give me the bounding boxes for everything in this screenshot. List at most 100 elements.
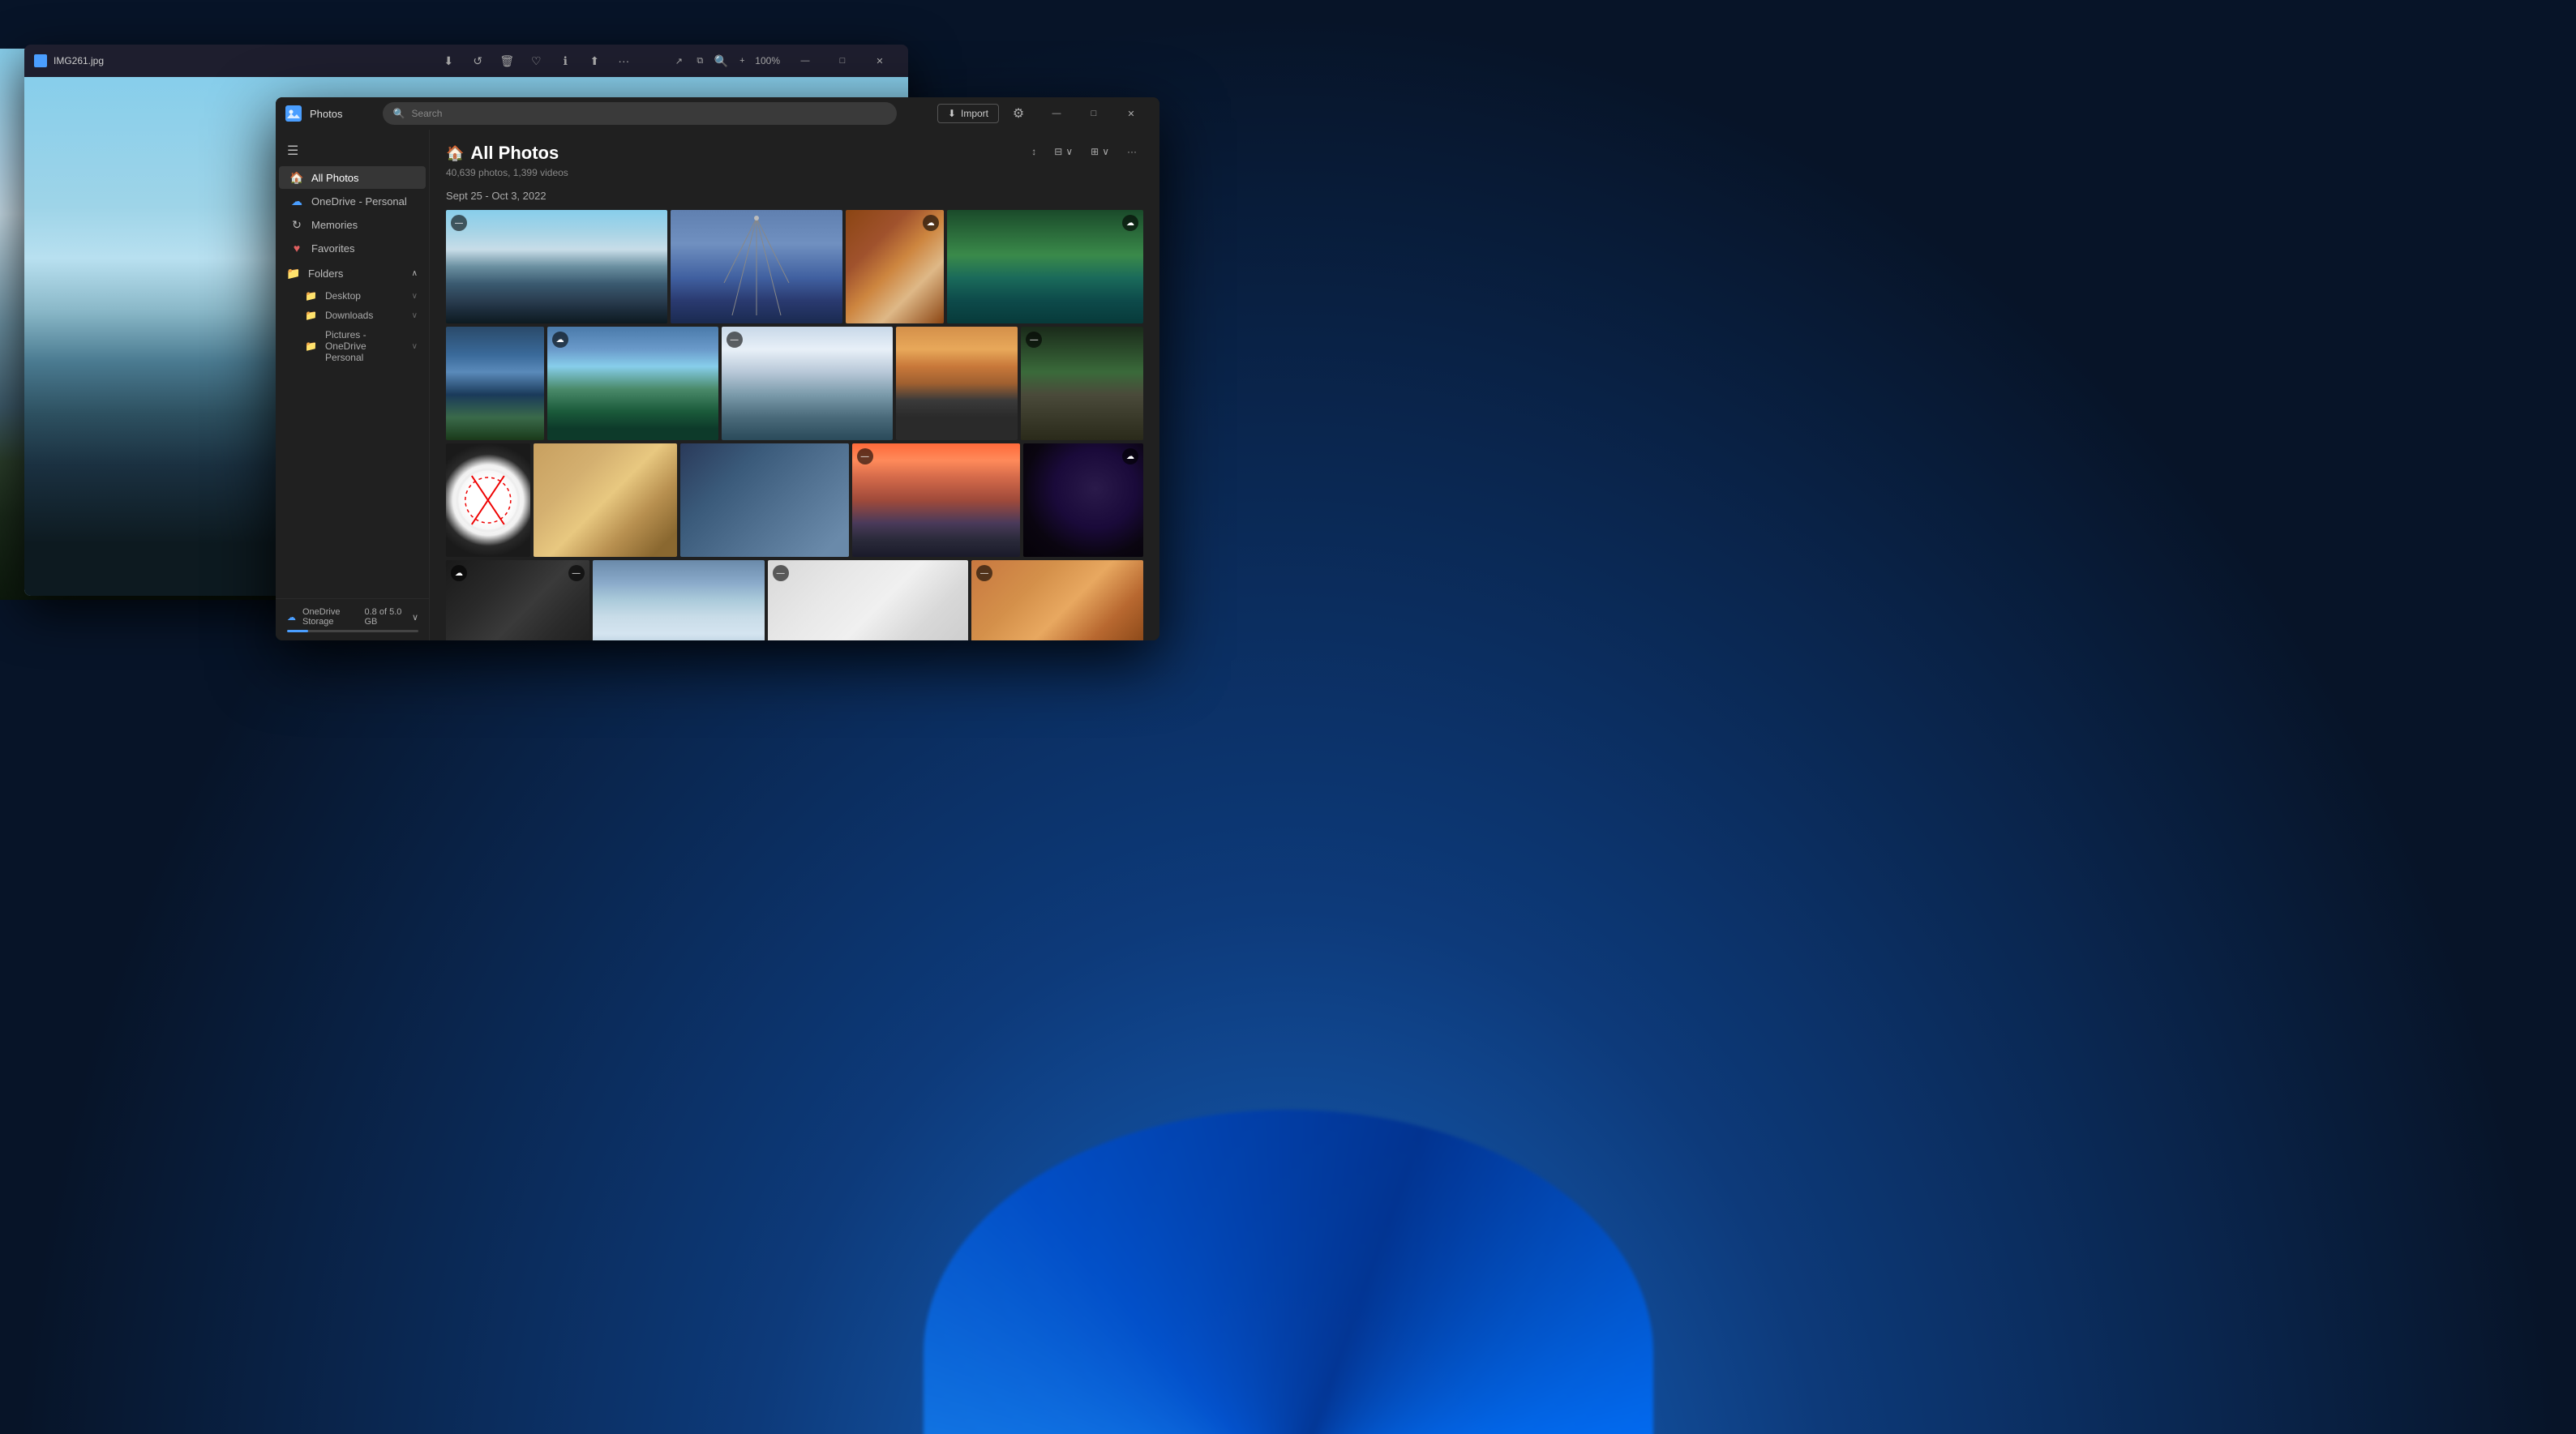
pictures-onedrive-folder-icon: 📁 bbox=[305, 340, 317, 352]
share-tool-btn[interactable]: ⬆ bbox=[586, 53, 602, 69]
crop-icon[interactable]: ⧉ bbox=[692, 53, 708, 69]
photo-item-10[interactable] bbox=[446, 443, 530, 557]
sidebar-item-onedrive[interactable]: ☁ OneDrive - Personal bbox=[279, 190, 426, 212]
photos-window-controls: — □ ✕ bbox=[1038, 97, 1150, 130]
image-viewer-close-btn[interactable]: ✕ bbox=[861, 45, 898, 77]
info-tool-btn[interactable]: ℹ bbox=[557, 53, 573, 69]
more-icon: ··· bbox=[1127, 146, 1137, 157]
more-options-button[interactable]: ··· bbox=[1121, 143, 1143, 161]
photos-sidebar: ☰ 🏠 All Photos ☁ OneDrive - Personal ↻ M… bbox=[276, 130, 430, 640]
wallpaper-bloom bbox=[924, 1110, 1653, 1434]
photo-badge-right-14: ☁ bbox=[1122, 448, 1138, 464]
sidebar-all-photos-label: All Photos bbox=[311, 172, 359, 184]
photo-select-badge-17: — bbox=[773, 565, 789, 581]
photo-item-18[interactable]: — bbox=[971, 560, 1143, 640]
sidebar-item-all-photos[interactable]: 🏠 All Photos bbox=[279, 166, 426, 189]
view-chevron: ∨ bbox=[1102, 146, 1109, 157]
photo-select-badge-13: — bbox=[857, 448, 873, 464]
delete-tool-btn[interactable]: 🗑 bbox=[499, 53, 515, 69]
favorites-icon: ♥ bbox=[290, 242, 303, 255]
photos-maximize-btn[interactable]: □ bbox=[1075, 97, 1112, 130]
all-photos-title-row: 🏠 All Photos bbox=[446, 143, 1025, 164]
photo-ocean-coast-bg bbox=[446, 327, 544, 440]
photo-row-4: ☁ — — — bbox=[446, 560, 1143, 640]
photo-item-7[interactable]: — bbox=[722, 327, 893, 440]
photo-white-bg bbox=[768, 560, 968, 640]
image-viewer-minimize-btn[interactable]: — bbox=[787, 45, 824, 77]
storage-expand-icon: ∨ bbox=[412, 612, 418, 623]
photos-titlebar-right: ⬇ Import ⚙ — □ ✕ bbox=[937, 97, 1150, 130]
downloads-expand-icon: ∨ bbox=[412, 311, 418, 320]
photo-pizza-coffee-bg bbox=[971, 560, 1143, 640]
photo-select-badge-7: — bbox=[727, 332, 743, 348]
expand-icon[interactable]: ↗ bbox=[671, 53, 687, 69]
filter-button[interactable]: ⊟ ∨ bbox=[1048, 143, 1079, 161]
photos-body: ☰ 🏠 All Photos ☁ OneDrive - Personal ↻ M… bbox=[276, 130, 1159, 640]
photo-item-17[interactable]: — bbox=[768, 560, 968, 640]
photo-row-2: ☁ — — bbox=[446, 327, 1143, 440]
photos-header-left: 🏠 All Photos 40,639 photos, 1,399 videos bbox=[446, 143, 1025, 185]
sidebar-desktop-label: Desktop bbox=[325, 290, 361, 302]
photo-autumn-field-bg bbox=[896, 327, 1018, 440]
filter-chevron: ∨ bbox=[1065, 146, 1073, 157]
sidebar-item-downloads[interactable]: 📁 Downloads ∨ bbox=[276, 306, 429, 325]
sidebar-hamburger-btn[interactable]: ☰ bbox=[276, 136, 429, 165]
photo-item-2[interactable] bbox=[671, 210, 842, 323]
sort-icon: ↕ bbox=[1031, 146, 1036, 157]
photo-grid: — bbox=[446, 210, 1143, 640]
sidebar-pictures-onedrive-label: Pictures - OneDrive Personal bbox=[325, 329, 404, 363]
zoom-level: 100% bbox=[755, 55, 780, 66]
sidebar-memories-label: Memories bbox=[311, 219, 358, 231]
sidebar-item-memories[interactable]: ↻ Memories bbox=[279, 213, 426, 236]
photos-close-btn[interactable]: ✕ bbox=[1112, 97, 1150, 130]
sort-button[interactable]: ↕ bbox=[1025, 143, 1043, 161]
photo-item-16[interactable] bbox=[593, 560, 765, 640]
view-icon: ⊞ bbox=[1091, 146, 1099, 157]
photo-mountains-city-bg bbox=[446, 210, 667, 323]
photo-item-5[interactable] bbox=[446, 327, 544, 440]
sidebar-folders-section[interactable]: 📁 Folders ∧ bbox=[276, 260, 429, 286]
photo-landscape-clouds-bg bbox=[722, 327, 893, 440]
folders-expand-icon: ∧ bbox=[412, 269, 418, 278]
onedrive-storage-indicator: ☁ OneDrive Storage 0.8 of 5.0 GB ∨ bbox=[276, 598, 430, 640]
photo-item-8[interactable] bbox=[896, 327, 1018, 440]
save-tool-btn[interactable]: ⬇ bbox=[440, 53, 456, 69]
sidebar-item-desktop[interactable]: 📁 Desktop ∨ bbox=[276, 286, 429, 306]
photo-item-13[interactable]: — bbox=[852, 443, 1020, 557]
photos-search-bar[interactable]: 🔍 Search bbox=[383, 102, 896, 125]
photo-row-3: — ☁ bbox=[446, 443, 1143, 557]
sidebar-item-pictures-onedrive[interactable]: 📁 Pictures - OneDrive Personal ∨ bbox=[276, 325, 429, 367]
favorite-tool-btn[interactable]: ♡ bbox=[528, 53, 544, 69]
photo-item-9[interactable]: — bbox=[1021, 327, 1143, 440]
photo-item-14[interactable]: ☁ bbox=[1023, 443, 1143, 557]
photo-select-badge-15: ☁ bbox=[451, 565, 467, 581]
import-icon: ⬇ bbox=[948, 108, 956, 119]
settings-button[interactable]: ⚙ bbox=[1005, 101, 1031, 126]
photo-snowy-mountains-bg bbox=[593, 560, 765, 640]
sidebar-item-favorites[interactable]: ♥ Favorites bbox=[279, 237, 426, 259]
zoom-out-icon[interactable]: 🔍 bbox=[713, 53, 729, 69]
photo-item-3[interactable]: ☁ bbox=[846, 210, 944, 323]
photo-item-6[interactable]: ☁ bbox=[547, 327, 718, 440]
filter-icon: ⊟ bbox=[1054, 146, 1062, 157]
photo-item-15[interactable]: ☁ — bbox=[446, 560, 589, 640]
more-tool-btn[interactable]: ··· bbox=[615, 53, 632, 69]
view-button[interactable]: ⊞ ∨ bbox=[1084, 143, 1116, 161]
photo-item-4[interactable]: ☁ bbox=[947, 210, 1143, 323]
import-button[interactable]: ⬇ Import bbox=[937, 104, 999, 123]
photo-item-12[interactable] bbox=[680, 443, 848, 557]
image-viewer-maximize-btn[interactable]: □ bbox=[824, 45, 861, 77]
photo-forest-railway-bg bbox=[947, 210, 1143, 323]
photo-item-11[interactable] bbox=[534, 443, 678, 557]
sidebar-downloads-label: Downloads bbox=[325, 310, 373, 321]
all-photos-page-title: All Photos bbox=[470, 143, 559, 164]
all-photos-icon: 🏠 bbox=[290, 171, 303, 184]
zoom-in-icon[interactable]: + bbox=[734, 53, 750, 69]
photos-minimize-btn[interactable]: — bbox=[1038, 97, 1075, 130]
rotate-tool-btn[interactable]: ↺ bbox=[469, 53, 486, 69]
photo-item-1[interactable]: — bbox=[446, 210, 667, 323]
sidebar-folders-label: Folders bbox=[308, 268, 343, 280]
storage-fill bbox=[287, 630, 308, 632]
photos-app-icon-small bbox=[34, 54, 47, 67]
storage-bar bbox=[287, 630, 418, 632]
